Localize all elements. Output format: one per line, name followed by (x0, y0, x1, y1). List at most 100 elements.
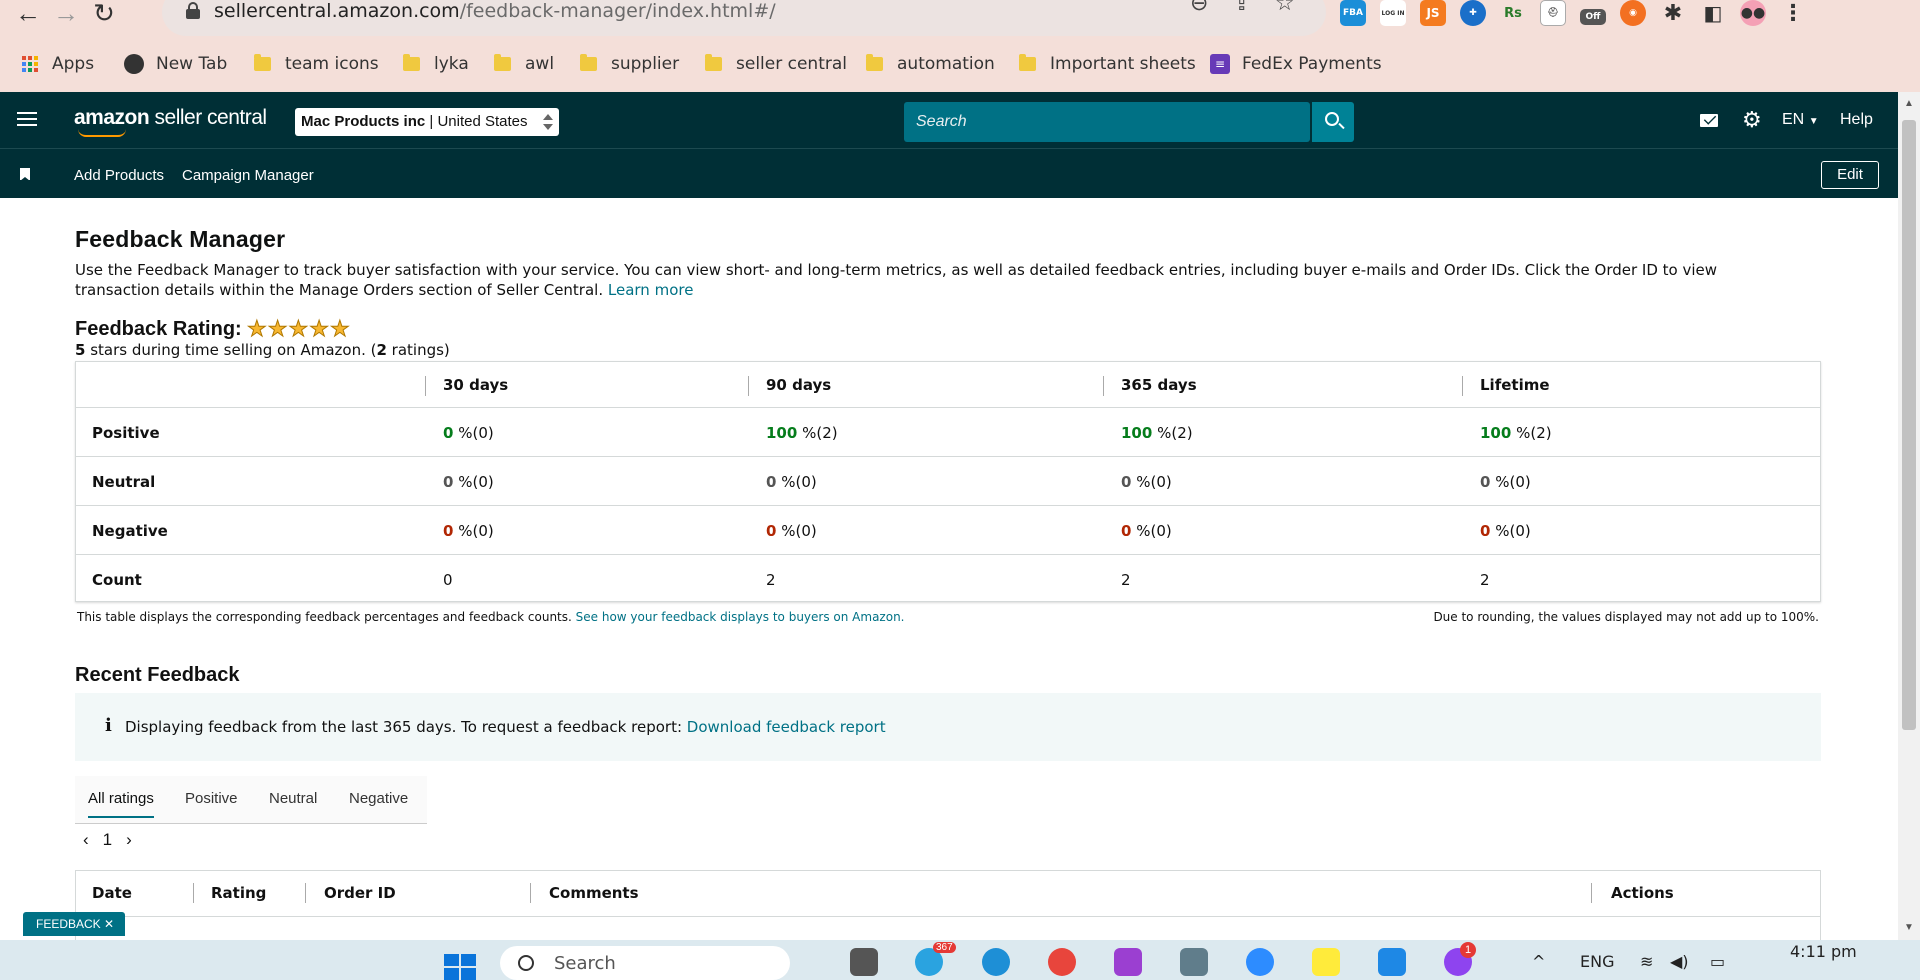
app-icon[interactable] (1114, 948, 1142, 976)
tab-neutral[interactable]: Neutral (269, 790, 317, 807)
battery-icon[interactable]: ▭ (1710, 952, 1725, 971)
help-link[interactable]: Help (1840, 111, 1873, 129)
windows-taskbar: Search 367 1 ^ ENG ≋ ◀) ▭ 4:11 pm (0, 940, 1920, 980)
wifi-icon[interactable]: ≋ (1640, 952, 1653, 971)
next-page-icon[interactable]: › (126, 830, 132, 850)
language-selector[interactable]: EN ▼ (1782, 111, 1819, 129)
column-divider (530, 883, 531, 903)
percent-value: 0 (1121, 522, 1132, 540)
notepad-icon[interactable] (1378, 948, 1406, 976)
star-icon: ★ (309, 316, 330, 342)
scroll-up-icon[interactable]: ▲ (1904, 98, 1914, 109)
search-button[interactable] (1312, 102, 1354, 142)
calculator-icon[interactable] (1180, 948, 1208, 976)
row-label: Positive (92, 424, 160, 442)
bookmark-apps[interactable]: Apps (22, 44, 94, 84)
seller-central-logo[interactable]: amazon seller central (74, 106, 267, 137)
reload-icon[interactable]: ↻ (84, 0, 124, 28)
circle-extension-icon[interactable]: ◉ (1620, 0, 1646, 26)
star-bookmark-icon[interactable]: ☆ (1275, 0, 1295, 16)
puzzle-extensions-icon[interactable]: ✱ (1660, 0, 1686, 26)
scroll-thumb[interactable] (1902, 120, 1916, 730)
chrome-icon[interactable] (1048, 948, 1076, 976)
feedback-metrics-table: 30 days 90 days 365 days Lifetime Positi… (75, 361, 1821, 602)
buyer-display-link[interactable]: See how your feedback displays to buyers… (576, 610, 905, 624)
bookmark-folder-lyka[interactable]: lyka (403, 44, 469, 84)
language-indicator[interactable]: ENG (1580, 952, 1614, 971)
subnav-add-products[interactable]: Add Products (74, 167, 164, 184)
gear-icon[interactable]: ⚙ (1742, 109, 1762, 131)
forward-arrow-icon[interactable]: → (46, 0, 86, 28)
scroll-down-icon[interactable]: ▼ (1904, 922, 1914, 933)
url-text[interactable]: sellercentral.amazon.com/feedback-manage… (214, 0, 776, 22)
learn-more-link[interactable]: Learn more (608, 281, 694, 299)
current-page[interactable]: 1 (103, 830, 112, 850)
clock-time[interactable]: 4:11 pm (1790, 942, 1857, 961)
mail-icon[interactable] (1700, 114, 1718, 127)
off-extension-icon[interactable]: Off (1580, 9, 1606, 25)
address-bar[interactable]: sellercentral.amazon.com/feedback-manage… (162, 0, 1326, 36)
bookmark-folder-important-sheets[interactable]: Important sheets (1019, 44, 1196, 84)
share-icon[interactable]: ⇪ (1232, 0, 1250, 16)
column-header: Order ID (324, 884, 396, 902)
rs-extension-icon[interactable]: Rs (1500, 0, 1526, 26)
edit-button[interactable]: Edit (1821, 161, 1879, 189)
page-title: Feedback Manager (75, 226, 286, 252)
globe-icon (124, 54, 144, 74)
side-panel-icon[interactable]: ◧ (1700, 0, 1726, 26)
tab-all-ratings[interactable]: All ratings (88, 790, 154, 818)
subnav-campaign-manager[interactable]: Campaign Manager (182, 167, 314, 184)
url-host: sellercentral.amazon.com (214, 0, 460, 22)
bookmark-fedex-payments[interactable]: ≡ FedEx Payments (1210, 44, 1382, 84)
tab-positive[interactable]: Positive (185, 790, 238, 807)
telegram-icon[interactable]: 367 (915, 942, 956, 976)
sticky-notes-icon[interactable] (1312, 948, 1340, 976)
bookmark-folder-supplier[interactable]: supplier (580, 44, 679, 84)
profile-avatar-icon[interactable]: ●● (1740, 0, 1766, 26)
helmet-extension-icon[interactable]: ⛑ (1540, 0, 1566, 26)
download-report-link[interactable]: Download feedback report (687, 718, 886, 736)
back-arrow-icon[interactable]: ← (8, 0, 48, 28)
compass-extension-icon[interactable]: ✚ (1460, 0, 1486, 26)
search-input[interactable] (904, 102, 1310, 142)
close-icon[interactable]: ✕ (104, 917, 114, 931)
file-icon[interactable] (850, 948, 878, 976)
rating-sub-text: stars during time selling on Amazon. ( (85, 341, 377, 359)
folder-icon (494, 54, 511, 71)
browser-menu-icon[interactable]: ⋮ (1780, 0, 1806, 26)
account-switcher[interactable]: Mac Products inc | United States (295, 108, 559, 136)
zoom-icon[interactable] (1246, 948, 1274, 976)
bookmark-folder-team-icons[interactable]: team icons (254, 44, 379, 84)
messenger-icon[interactable]: 1 (1444, 942, 1476, 976)
js-extension-icon[interactable]: JS (1420, 0, 1446, 26)
count-value: %(2) (1157, 424, 1193, 442)
lock-icon (186, 2, 200, 19)
taskbar-search[interactable]: Search (500, 946, 790, 980)
windows-start-icon[interactable] (444, 954, 478, 980)
column-divider (748, 376, 749, 396)
tray-chevron-icon[interactable]: ^ (1532, 952, 1545, 971)
volume-icon[interactable]: ◀) (1670, 952, 1689, 971)
tab-negative[interactable]: Negative (349, 790, 408, 807)
bookmark-new-tab[interactable]: New Tab (124, 44, 227, 84)
edge-icon[interactable] (982, 948, 1010, 976)
star-icon: ★ (247, 316, 268, 342)
count-value: %(0) (1495, 522, 1531, 540)
page-scrollbar[interactable]: ▲ ▼ (1898, 92, 1920, 940)
bookmark-folder-awl[interactable]: awl (494, 44, 554, 84)
bookmark-folder-automation[interactable]: automation (866, 44, 995, 84)
hamburger-menu-icon[interactable] (17, 112, 37, 128)
login-extension-icon[interactable]: LOG IN (1380, 0, 1406, 26)
url-path: /feedback-manager/index.html#/ (459, 0, 776, 22)
fba-extension-icon[interactable]: FBA (1340, 0, 1366, 26)
pagination: ‹ 1 › (83, 830, 132, 850)
rating-count-value: 2 (376, 341, 387, 359)
feedback-tab[interactable]: FEEDBACK ✕ (23, 912, 125, 936)
table-row-negative: Negative 0 %(0) 0 %(0) 0 %(0) 0 %(0) (76, 507, 1820, 555)
prev-page-icon[interactable]: ‹ (83, 830, 89, 850)
count-value: %(0) (458, 522, 494, 540)
bookmark-icon[interactable] (20, 168, 30, 181)
info-alert: i Displaying feedback from the last 365 … (75, 693, 1821, 761)
bookmark-folder-seller-central[interactable]: seller central (705, 44, 847, 84)
zoom-icon[interactable]: ⊖ (1190, 0, 1208, 16)
